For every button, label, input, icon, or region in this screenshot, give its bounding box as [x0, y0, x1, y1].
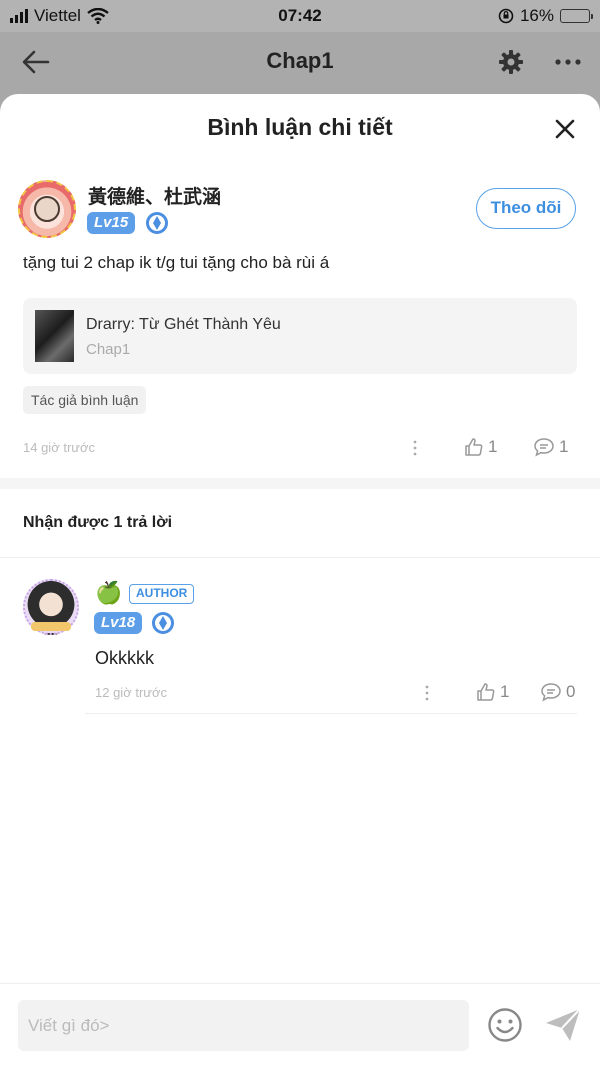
chapter-title: Drarry: Từ Ghét Thành Yêu	[86, 316, 281, 333]
thumbs-up-icon	[477, 683, 495, 701]
comment-author-name[interactable]: 黃德維、杜武涵	[88, 182, 221, 209]
app-header: Chap1	[0, 32, 600, 94]
avatar[interactable]	[18, 180, 76, 238]
thumbs-up-icon	[465, 438, 483, 456]
divider	[85, 713, 577, 714]
reply-button[interactable]: 0	[540, 682, 575, 702]
chapter-card[interactable]: Drarry: Từ Ghét Thành Yêu Chap1	[23, 298, 577, 374]
author-comment-tag: Tác giả bình luận	[23, 386, 147, 414]
more-vertical-icon[interactable]	[413, 440, 417, 456]
orientation-lock-icon	[498, 8, 514, 24]
comment-input-bar	[0, 983, 600, 1067]
sheet-title: Bình luận chi tiết	[207, 114, 393, 140]
comment-input[interactable]	[18, 1000, 469, 1051]
more-vertical-icon[interactable]	[425, 685, 429, 701]
chapter-subtitle: Chap1	[86, 341, 131, 358]
comment-bubble-icon	[541, 683, 561, 702]
author-badge: AUTHOR	[129, 584, 195, 604]
like-count: 1	[488, 437, 498, 456]
reply-author-name[interactable]: 🍏	[95, 580, 122, 606]
divider	[0, 557, 600, 558]
like-button[interactable]: 1	[464, 437, 497, 457]
replies-header: Nhận được 1 trả lời	[23, 514, 173, 531]
status-bar: Viettel 07:42 16%	[0, 0, 600, 32]
like-button[interactable]: 1	[476, 682, 509, 702]
more-dots-icon[interactable]	[554, 54, 582, 70]
reply-text: Okkkkk	[95, 648, 155, 668]
avatar[interactable]	[23, 579, 79, 635]
like-count: 1	[500, 682, 510, 701]
battery-icon	[560, 9, 593, 23]
send-icon[interactable]	[544, 1007, 582, 1043]
level-badge: Lv18	[94, 612, 143, 634]
reply-button[interactable]: 1	[533, 437, 568, 457]
emoji-icon[interactable]	[487, 1007, 523, 1043]
battery-percent: 16%	[519, 6, 554, 25]
chapter-thumbnail	[35, 310, 74, 362]
reply-count: 1	[559, 437, 569, 456]
reply-timestamp: 12 giờ trước	[95, 685, 167, 700]
close-icon[interactable]	[554, 118, 576, 140]
section-divider	[0, 478, 600, 489]
follow-button[interactable]: Theo dõi	[476, 188, 576, 229]
rank-badge-icon	[152, 612, 174, 634]
comment-text: tặng tui 2 chap ik t/g tui tặng cho bà r…	[23, 253, 330, 272]
comment-detail-sheet: Bình luận chi tiết 黃德維、杜武涵 Lv15 Theo dõi…	[0, 94, 600, 1067]
comment-bubble-icon	[534, 438, 554, 457]
level-badge: Lv15	[87, 212, 136, 234]
rank-badge-icon	[146, 212, 168, 234]
gear-icon[interactable]	[498, 49, 524, 75]
status-right: 16%	[498, 6, 593, 26]
reply-count: 0	[566, 682, 576, 701]
comment-timestamp: 14 giờ trước	[23, 440, 95, 455]
